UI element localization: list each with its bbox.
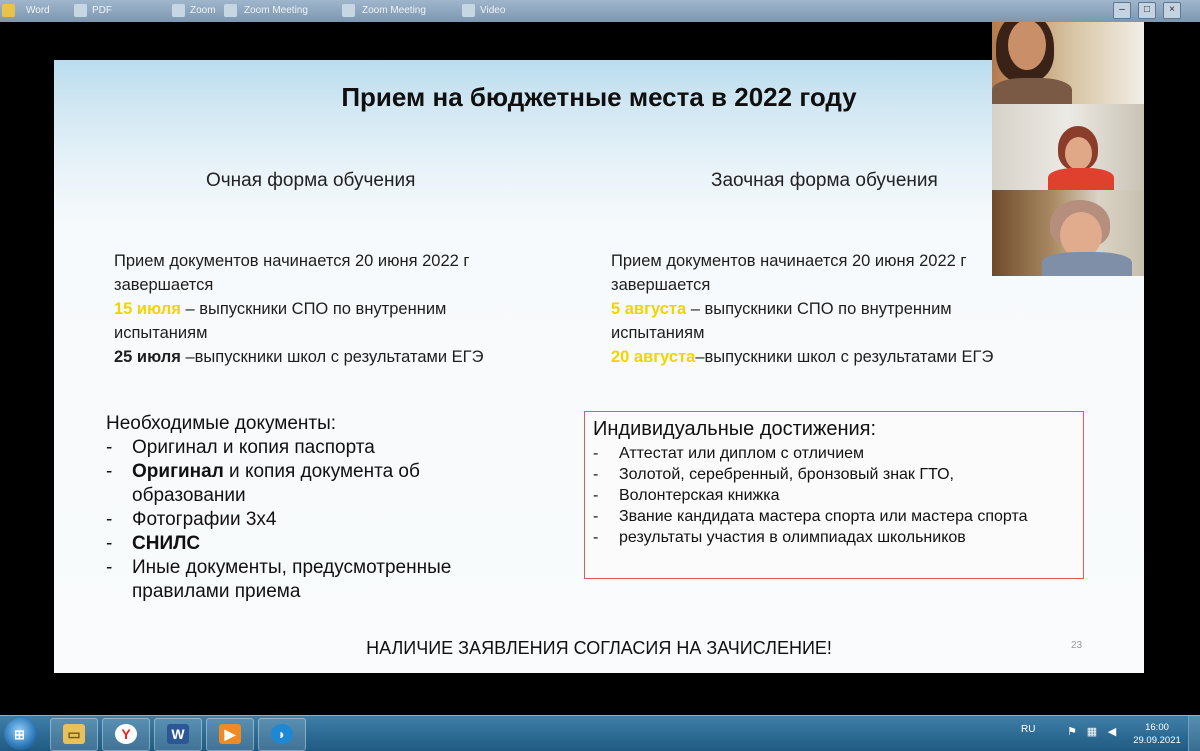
maximize-button[interactable]: □ bbox=[1138, 2, 1156, 19]
admission-end-text: завершается bbox=[114, 276, 214, 294]
deadline-school: 25 июля –выпускники школ с результатами … bbox=[114, 345, 554, 369]
clock-date: 29.09.2021 bbox=[1133, 735, 1181, 746]
app-icon: ◗ bbox=[271, 724, 293, 744]
app-icon[interactable] bbox=[342, 4, 355, 17]
system-clock[interactable]: 16:00 29.09.2021 bbox=[1132, 721, 1182, 747]
taskbar: ⊞ ▭ Y W ▶ ◗ RU ⚑ ▦ ◀ 16:00 29.09.2021 bbox=[0, 715, 1200, 751]
close-button[interactable]: × bbox=[1163, 2, 1181, 19]
taskbar-app-explorer[interactable]: ▭ bbox=[50, 718, 98, 751]
taskbar-app-media[interactable]: ▶ bbox=[206, 718, 254, 751]
window-title-bar: Word PDF Zoom Zoom Meeting Zoom Meeting … bbox=[0, 0, 1200, 22]
achievements-heading: Индивидуальные достижения: bbox=[593, 418, 877, 440]
taskbar-app-yandex[interactable]: Y bbox=[102, 718, 150, 751]
list-item: Волонтерская книжка bbox=[593, 485, 1075, 506]
taskbar-app-word[interactable]: W bbox=[154, 718, 202, 751]
deadline-school: 20 августа–выпускники школ с результатам… bbox=[611, 345, 1051, 369]
tab-1[interactable]: Word bbox=[26, 3, 50, 18]
required-documents: Необходимые документы: Оригинал и копия … bbox=[106, 412, 526, 604]
admission-end-text: завершается bbox=[611, 276, 711, 294]
app-icon[interactable] bbox=[2, 4, 15, 17]
left-admission-info: Прием документов начинается 20 июня 2022… bbox=[114, 249, 554, 369]
admission-start-text: Прием документов начинается 20 июня 2022… bbox=[114, 252, 470, 270]
deadline-date: 15 июля bbox=[114, 300, 181, 318]
deadline-spo-cont: испытаниям bbox=[114, 324, 208, 342]
list-item: СНИЛС bbox=[106, 532, 526, 556]
participant-video-2[interactable] bbox=[992, 104, 1144, 190]
slide-title: Прием на бюджетные места в 2022 году bbox=[341, 82, 857, 112]
tab-4[interactable]: Zoom Meeting bbox=[244, 3, 308, 18]
tab-3[interactable]: Zoom bbox=[190, 3, 216, 18]
volume-icon[interactable]: ◀ bbox=[1106, 726, 1118, 738]
page-number: 23 bbox=[1071, 640, 1083, 651]
taskbar-app-other[interactable]: ◗ bbox=[258, 718, 306, 751]
deadline-spo-cont: испытаниям bbox=[611, 324, 705, 342]
bold-text: Оригинал bbox=[132, 461, 224, 482]
deadline-spo: 15 июля – выпускники СПО по внутренним bbox=[114, 297, 554, 321]
deadline-desc: –выпускники школ с результатами ЕГЭ bbox=[695, 348, 994, 366]
clock-time: 16:00 bbox=[1145, 722, 1169, 733]
list-item: Фотографии 3х4 bbox=[106, 508, 526, 532]
admission-start-text: Прием документов начинается 20 июня 2022… bbox=[611, 252, 967, 270]
app-icon[interactable] bbox=[462, 4, 475, 17]
tab-5[interactable]: Zoom Meeting bbox=[362, 3, 426, 18]
list-item: Иные документы, предусмотренные правилам… bbox=[106, 556, 526, 604]
media-player-icon: ▶ bbox=[219, 724, 241, 744]
deadline-desc: –выпускники школ с результатами ЕГЭ bbox=[180, 348, 484, 366]
app-icon[interactable] bbox=[74, 4, 87, 17]
list-item: Золотой, серебренный, бронзовый знак ГТО… bbox=[593, 464, 1075, 485]
participant-video-3[interactable] bbox=[992, 190, 1144, 276]
right-column-heading: Заочная форма обучения bbox=[711, 170, 938, 191]
tab-2[interactable]: PDF bbox=[92, 3, 112, 18]
deadline-desc: – выпускники СПО по внутренним bbox=[686, 300, 952, 318]
documents-heading: Необходимые документы: bbox=[106, 413, 337, 434]
participant-video-1[interactable] bbox=[992, 22, 1144, 104]
deadline-date: 5 августа bbox=[611, 300, 687, 318]
consent-notice: НАЛИЧИЕ ЗАЯВЛЕНИЯ СОГЛАСИЯ НА ЗАЧИСЛЕНИЕ… bbox=[366, 638, 832, 658]
tab-6[interactable]: Video bbox=[480, 3, 505, 18]
deadline-spo: 5 августа – выпускники СПО по внутренним bbox=[611, 297, 1051, 321]
app-icon[interactable] bbox=[224, 4, 237, 17]
deadline-date: 20 августа bbox=[611, 348, 696, 366]
right-admission-info: Прием документов начинается 20 июня 2022… bbox=[611, 249, 1051, 369]
deadline-desc: – выпускники СПО по внутренним bbox=[180, 300, 447, 318]
yandex-browser-icon: Y bbox=[115, 724, 137, 744]
presentation-slide: Прием на бюджетные места в 2022 году Очн… bbox=[54, 60, 1144, 673]
show-desktop-button[interactable] bbox=[1188, 716, 1200, 751]
left-column-heading: Очная форма обучения bbox=[206, 170, 416, 191]
deadline-date: 25 июля bbox=[114, 348, 181, 366]
list-item: Звание кандидата мастера спорта или маст… bbox=[593, 506, 1075, 527]
minimize-button[interactable]: – bbox=[1113, 2, 1131, 19]
bold-text: СНИЛС bbox=[132, 533, 201, 554]
list-item: Аттестат или диплом с отличием bbox=[593, 443, 1075, 464]
app-icon[interactable] bbox=[172, 4, 185, 17]
network-icon[interactable]: ▦ bbox=[1086, 726, 1098, 738]
start-button[interactable]: ⊞ bbox=[4, 718, 38, 750]
list-item: Оригинал и копия паспорта bbox=[106, 436, 526, 460]
list-item: Оригинал и копия документа об образовани… bbox=[106, 460, 526, 508]
flag-icon[interactable]: ⚑ bbox=[1066, 726, 1078, 738]
list-item: результаты участия в олимпиадах школьник… bbox=[593, 527, 1075, 548]
achievements-box: Индивидуальные достижения: Аттестат или … bbox=[584, 411, 1084, 579]
folder-icon: ▭ bbox=[63, 724, 85, 744]
word-icon: W bbox=[167, 724, 189, 744]
language-indicator[interactable]: RU bbox=[1021, 724, 1035, 735]
windows-logo-icon: ⊞ bbox=[14, 727, 25, 742]
